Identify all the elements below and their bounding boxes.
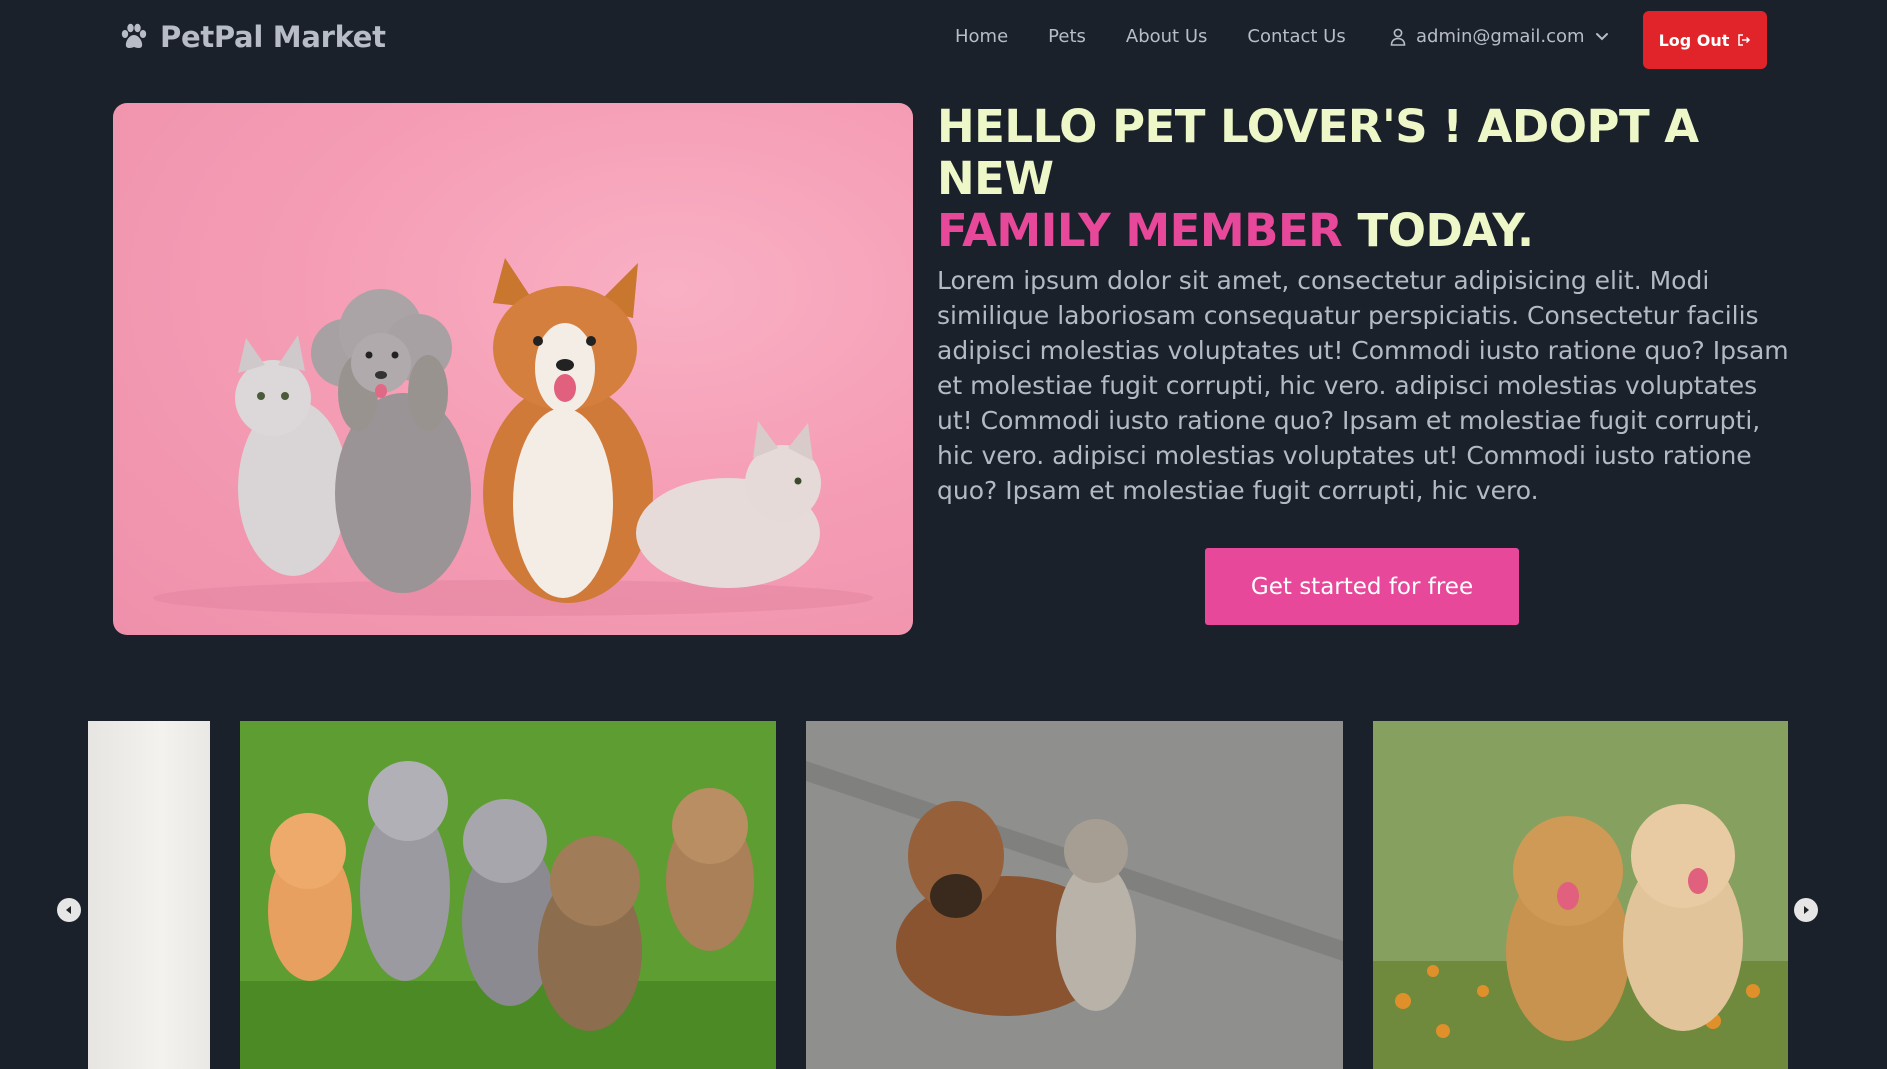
- kittens-photo: [240, 721, 776, 1069]
- hero-title-highlight: FAMILY MEMBER: [937, 204, 1343, 257]
- brand-name: PetPal Market: [160, 20, 386, 54]
- hero-title-line1: HELLO PET LOVER'S ! ADOPT A NEW: [937, 100, 1699, 205]
- hero-title: HELLO PET LOVER'S ! ADOPT A NEW FAMILY M…: [937, 101, 1797, 257]
- brand-logo[interactable]: PetPal Market: [118, 20, 386, 54]
- user-menu-dropdown[interactable]: admin@gmail.com: [1390, 26, 1609, 47]
- nav-links: Home Pets About Us Contact Us: [955, 26, 1386, 47]
- logout-label: Log Out: [1658, 30, 1730, 50]
- nav-pets[interactable]: Pets: [1048, 26, 1086, 47]
- chevron-down-icon: [1595, 32, 1608, 40]
- pets-illustration: [153, 258, 873, 616]
- logout-icon: [1738, 34, 1751, 46]
- user-icon: [1390, 28, 1406, 46]
- pet-carousel: [0, 721, 1887, 1069]
- get-started-button[interactable]: Get started for free: [1205, 548, 1519, 625]
- carousel-slide-dog-and-cat[interactable]: [806, 721, 1343, 1069]
- dog-and-cat-photo: [806, 721, 1343, 1069]
- arrow-right-icon: [1804, 906, 1809, 914]
- hero-title-end: TODAY.: [1357, 204, 1535, 257]
- navbar: PetPal Market Home Pets About Us Contact…: [0, 0, 1887, 80]
- paw-icon: [121, 23, 147, 48]
- logout-button[interactable]: Log Out: [1643, 11, 1767, 69]
- hero-pets-image: [113, 103, 913, 635]
- carousel-next-button[interactable]: [1794, 898, 1818, 922]
- carousel-slide-partial[interactable]: [88, 721, 210, 1069]
- hero-description: Lorem ipsum dolor sit amet, consectetur …: [937, 266, 1789, 505]
- carousel-slide-kittens[interactable]: [240, 721, 776, 1069]
- puppies-photo: [1373, 721, 1788, 1069]
- nav-about-us[interactable]: About Us: [1126, 26, 1208, 47]
- carousel-prev-button[interactable]: [57, 898, 81, 922]
- nav-home[interactable]: Home: [955, 26, 1008, 47]
- corgi-figure: [483, 258, 653, 603]
- user-email: admin@gmail.com: [1416, 26, 1585, 47]
- nav-contact-us[interactable]: Contact Us: [1247, 26, 1345, 47]
- carousel-slide-puppies[interactable]: [1373, 721, 1788, 1069]
- arrow-left-icon: [66, 906, 71, 914]
- cat-right-figure: [636, 421, 821, 588]
